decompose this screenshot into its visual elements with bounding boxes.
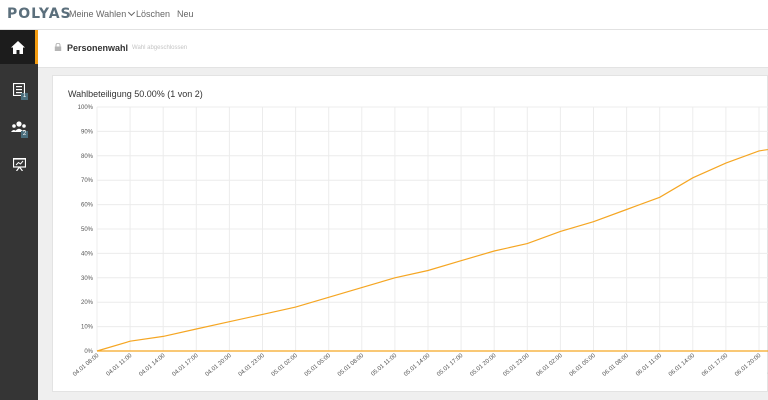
x-tick-label: 06.01 11:00 <box>635 353 663 378</box>
y-axis: 0% 10% 20% 30% 40% 50% 60% 70% 80% 90% 100% <box>78 105 94 355</box>
x-tick-label: 06.01 08:00 <box>602 353 631 378</box>
y-tick-label: 0% <box>84 349 93 355</box>
chart-grid <box>96 106 768 352</box>
y-tick-label: 80% <box>81 154 94 160</box>
x-tick-label: 05.01 08:00 <box>337 353 366 378</box>
x-tick-label: 05.01 20:00 <box>469 353 498 378</box>
y-tick-label: 60% <box>81 203 94 209</box>
x-axis: 04.01 08:00 04.01 11:00 04.01 14:00 04.01 1… <box>72 353 768 378</box>
x-tick-label: 05.01 17:00 <box>436 353 465 378</box>
series-line <box>96 148 768 352</box>
turnout-line-chart: 0% 10% 20% 30% 40% 50% 60% 70% 80% 90% 100% 04.01 … <box>72 105 768 378</box>
y-tick-label: 40% <box>81 251 94 257</box>
x-tick-label: 05.01 23:00 <box>502 353 531 378</box>
x-tick-label: 06.01 14:00 <box>668 353 697 378</box>
x-tick-label: 04.01 08:00 <box>72 353 101 378</box>
x-tick-label: 05.01 11:00 <box>370 353 398 378</box>
x-tick-label: 06.01 05:00 <box>569 353 598 378</box>
x-tick-label: 06.01 02:00 <box>536 353 565 378</box>
x-tick-label: 04.01 14:00 <box>138 353 167 378</box>
chart-series <box>96 148 768 352</box>
y-tick-label: 50% <box>81 227 94 233</box>
x-tick-label: 04.01 23:00 <box>238 353 267 378</box>
x-tick-label: 04.01 17:00 <box>171 353 200 378</box>
x-tick-label: 04.01 20:00 <box>205 353 234 378</box>
y-tick-label: 20% <box>81 300 94 306</box>
x-tick-label: 05.01 05:00 <box>304 353 333 378</box>
x-tick-label: 05.01 14:00 <box>403 353 432 378</box>
y-tick-label: 70% <box>81 178 94 184</box>
x-tick-label: 05.01 02:00 <box>271 353 300 378</box>
y-tick-label: 100% <box>78 105 94 111</box>
x-tick-label: 06.01 20:00 <box>734 353 763 378</box>
y-tick-label: 90% <box>81 129 94 135</box>
y-tick-label: 30% <box>81 276 94 282</box>
y-tick-label: 10% <box>81 325 94 331</box>
x-tick-label: 06.01 17:00 <box>701 353 730 378</box>
x-tick-label: 04.01 11:00 <box>106 353 134 378</box>
